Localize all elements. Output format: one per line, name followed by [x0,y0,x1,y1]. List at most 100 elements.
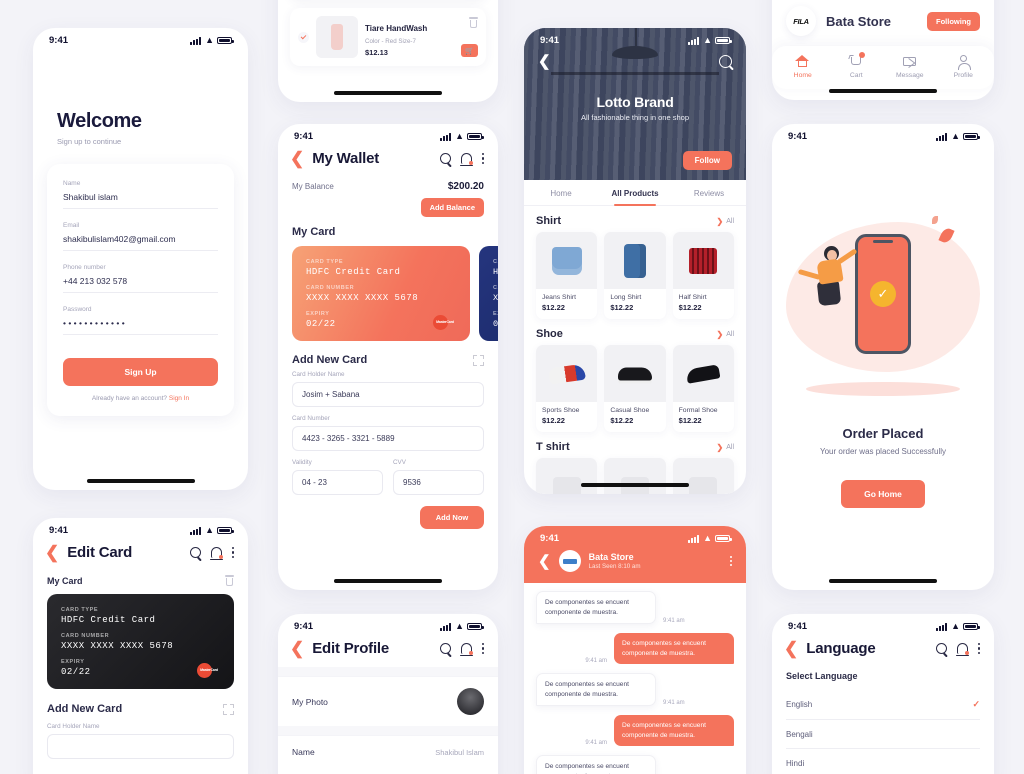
signal-icon [688,36,700,45]
tab-all-products[interactable]: All Products [598,180,672,206]
bell-icon[interactable] [459,643,473,656]
delete-card-icon[interactable] [225,575,234,586]
cart-item[interactable]: Tiare HandWash Color - Red Size-7 $12.13… [290,8,486,66]
cvv-input[interactable]: 9536 [393,470,484,495]
language-option-bengali[interactable]: Bengali [786,720,980,749]
add-balance-button[interactable]: Add Balance [420,198,484,217]
tab-message[interactable]: Message [883,54,937,79]
search-icon[interactable] [189,547,201,558]
chat-messages: De componentes se encuent componente de … [524,583,746,774]
product-card[interactable] [604,458,666,494]
holder-name-input[interactable] [47,734,234,759]
see-all-link[interactable]: ❯ All [717,330,734,339]
password-field[interactable]: Password • • • • • • • • • • • • [63,306,218,335]
see-all-link[interactable]: ❯ All [717,217,734,226]
select-checkbox[interactable] [298,31,309,43]
bell-icon[interactable] [955,643,969,656]
back-icon[interactable]: ❮ [538,554,551,569]
product-grid-shoe: Sports Shoe $12.22 Casual Shoe $12.22 Fo… [524,345,746,432]
more-options-icon[interactable] [977,642,980,655]
holder-name-input[interactable]: Josim + Sabana [292,382,484,407]
back-icon[interactable]: ❮ [784,640,798,657]
avatar[interactable] [457,688,484,715]
card-expiry-label: EXPIR [493,311,498,317]
product-card[interactable]: Long Shirt $12.22 [604,232,666,319]
go-home-button[interactable]: Go Home [841,480,925,508]
tab-home[interactable]: Home [524,180,598,205]
product-card[interactable]: Casual Shoe $12.22 [604,345,666,432]
my-card-header: My Card [278,226,498,238]
cards-carousel[interactable]: CARD TYPE HDFC Credit Card CARD NUMBER X… [278,246,498,341]
search-icon[interactable] [935,643,947,654]
language-option-hindi[interactable]: Hindi [786,749,980,774]
card-number-input[interactable]: 4423 - 3265 - 3321 - 5889 [292,426,484,451]
product-card[interactable]: Jeans Shirt $12.22 [536,232,598,319]
wifi-icon: ▲ [951,131,960,141]
credit-card-blue[interactable]: CARD TYPE HDF CARD XXX EXPIR 02/ [479,246,498,341]
add-to-cart-icon[interactable]: 🛒 [461,44,478,57]
tab-profile[interactable]: Profile [937,54,991,79]
follow-button[interactable]: Follow [682,151,732,170]
wifi-icon: ▲ [703,35,712,45]
signin-link[interactable]: Sign In [169,395,189,402]
product-card[interactable] [536,458,598,494]
tab-cart[interactable]: Cart [830,52,884,79]
more-options-icon[interactable] [729,555,732,568]
name-field[interactable]: Name Shakibul islam [63,180,218,209]
tab-reviews[interactable]: Reviews [672,180,746,205]
phone-value[interactable]: +44 213 032 578 [63,276,218,293]
password-value[interactable]: • • • • • • • • • • • • [63,318,218,335]
fila-logo-text: FILA [793,16,809,26]
photo-row[interactable]: My Photo [278,676,498,726]
back-icon[interactable]: ❮ [290,150,304,167]
validity-input[interactable]: 04 - 23 [292,470,383,495]
tab-label: Profile [953,72,973,79]
more-options-icon[interactable] [481,152,484,165]
screen-my-wallet: 9:41 ▲ ❮ My Wallet My Balance $200.20 Ad… [278,124,498,590]
name-value[interactable]: Shakibul islam [63,192,218,209]
more-options-icon[interactable] [231,546,234,559]
product-card[interactable]: Half Shirt $12.22 [672,232,734,319]
credit-card-orange[interactable]: CARD TYPE HDFC Credit Card CARD NUMBER X… [292,246,470,341]
message-row-out: 9:41 am De componentes se encuent compon… [536,715,734,747]
bottom-tab-bar: Home Cart Message Profile [772,46,994,89]
scan-card-icon[interactable] [473,354,484,366]
name-label: Name [292,747,315,757]
search-icon[interactable] [439,153,451,164]
credit-card-dark[interactable]: CARD TYPE HDFC Credit Card CARD NUMBER X… [47,594,234,689]
battery-icon [467,622,484,631]
signup-button[interactable]: Sign Up [63,358,218,386]
phone-field[interactable]: Phone number +44 213 032 578 [63,264,218,293]
see-all-link[interactable]: ❯ All [717,443,734,452]
product-card[interactable] [672,458,734,494]
following-button[interactable]: Following [927,11,980,31]
delete-item-icon[interactable] [469,17,478,28]
back-icon[interactable]: ❮ [290,640,304,657]
product-meta: Casual Shoe $12.22 [604,402,665,432]
email-value[interactable]: shakibulislam402@gmail.com [63,234,218,251]
email-field[interactable]: Email shakibulislam402@gmail.com [63,222,218,251]
add-new-card-label: Add New Card [47,703,123,715]
add-now-button[interactable]: Add Now [420,506,484,529]
language-option-english[interactable]: English ✓ [786,689,980,720]
jeans-shirt-icon [551,246,582,275]
product-meta: Jeans Shirt $12.22 [536,289,597,319]
battery-icon [715,36,732,45]
avatar[interactable] [558,550,581,572]
screen-order-placed: 9:41 ▲ ✓ Order Placed Your order was pla… [772,124,994,590]
product-card[interactable]: Formal Shoe $12.22 [672,345,734,432]
signal-icon [688,534,700,543]
card-number-label: Card Number [292,415,330,422]
search-icon[interactable] [439,643,451,654]
tab-home[interactable]: Home [776,54,830,79]
back-icon[interactable]: ❮ [45,544,59,561]
app-bar: ❮ My Wallet [278,144,498,177]
back-icon[interactable]: ❮ [538,54,551,69]
scan-card-icon[interactable] [223,703,234,715]
product-card[interactable]: Sports Shoe $12.22 [536,345,598,432]
more-options-icon[interactable] [481,642,484,655]
bell-icon[interactable] [209,547,223,560]
bell-icon[interactable] [459,153,473,166]
search-icon[interactable] [719,55,732,68]
name-row[interactable]: Name Shakibul Islam [278,735,498,768]
